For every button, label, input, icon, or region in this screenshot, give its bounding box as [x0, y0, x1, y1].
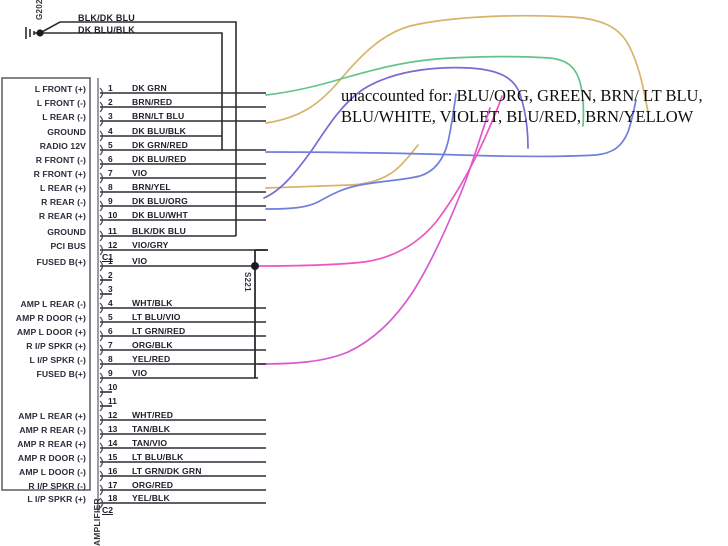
- wire-color-label: TAN/VIO: [132, 438, 168, 448]
- wire-color-label: DK BLU/BLK: [132, 126, 187, 136]
- wire-color-label: LT BLU/VIO: [132, 312, 181, 322]
- pin-number: 5: [108, 312, 113, 322]
- pin-function-label: R I/P SPKR (+): [26, 341, 86, 351]
- pin-number: 9: [108, 368, 113, 378]
- pin-function-label: R REAR (-): [41, 197, 86, 207]
- wire-color-label: ORG/RED: [132, 480, 174, 490]
- pin-number: 12: [108, 410, 118, 420]
- pin-number: 7: [108, 340, 113, 350]
- wire-color-label: VIO: [132, 256, 148, 266]
- pin-number: 6: [108, 326, 113, 336]
- pin-number: 11: [108, 226, 117, 236]
- pin-function-label: L FRONT (+): [34, 84, 86, 94]
- pin-number: 2: [108, 270, 113, 280]
- wire-color-label: BRN/LT BLU: [132, 111, 185, 121]
- pin-function-label: AMP R REAR (+): [17, 439, 86, 449]
- pin-function-label: AMP L REAR (+): [18, 411, 86, 421]
- pin-function-label: AMP R DOOR (-): [17, 453, 86, 463]
- pin-function-label: R REAR (+): [38, 211, 86, 221]
- pin-function-label: R I/P SPKR (-): [28, 481, 86, 491]
- pin-number: 10: [108, 210, 118, 220]
- wire-color-label: WHT/RED: [132, 410, 174, 420]
- pin-number: 18: [108, 493, 118, 503]
- pin-function-label: GROUND: [47, 127, 86, 137]
- amplifier-caption: AMPLIFIER: [92, 498, 102, 546]
- pin-function-label: FUSED B(+): [36, 257, 86, 267]
- pin-number: 10: [108, 382, 118, 392]
- wire-color-label: YEL/RED: [132, 354, 171, 364]
- wire-color-label: DK BLU/RED: [132, 154, 187, 164]
- pin-function-label: L REAR (-): [42, 112, 86, 122]
- pin-function-label: R FRONT (-): [35, 155, 86, 165]
- wire-color-label: WHT/BLK: [132, 298, 173, 308]
- pin-function-label: RADIO 12V: [39, 141, 86, 151]
- pin-function-label: PCI BUS: [50, 241, 86, 251]
- pin-function-label: FUSED B(+): [36, 369, 86, 379]
- pin-number: 1: [108, 256, 113, 266]
- pin-number: 3: [108, 284, 113, 294]
- pin-function-label: L I/P SPKR (+): [27, 494, 86, 504]
- pin-number: 11: [108, 396, 117, 406]
- pin-number: 1: [108, 83, 113, 93]
- pin-function-label: AMP L DOOR (+): [16, 327, 86, 337]
- pin-number: 7: [108, 168, 113, 178]
- pin-number: 12: [108, 240, 118, 250]
- wire-color-label: VIO: [132, 368, 148, 378]
- pin-number: 5: [108, 140, 113, 150]
- pin-function-label: AMP L REAR (-): [20, 299, 86, 309]
- connector-label-c2: C2: [102, 505, 113, 515]
- pin-function-label: AMP R DOOR (+): [15, 313, 86, 323]
- pin-number: 6: [108, 154, 113, 164]
- pin-number: 8: [108, 354, 113, 364]
- pin-number: 8: [108, 182, 113, 192]
- pin-function-label: AMP L DOOR (-): [19, 467, 86, 477]
- pin-number: 16: [108, 466, 118, 476]
- pin-number: 9: [108, 196, 113, 206]
- wire-color-label: BRN/RED: [132, 97, 173, 107]
- pin-function-label: L I/P SPKR (-): [29, 355, 86, 365]
- top-wire-label-1: BLK/DK BLU: [78, 13, 135, 23]
- pin-number: 4: [108, 126, 113, 136]
- top-wire-label-2: DK BLU/BLK: [78, 25, 135, 35]
- wire-color-label: ORG/BLK: [132, 340, 173, 350]
- unaccounted-annotation: unaccounted for: BLU/ORG, GREEN, BRN/ LT…: [341, 86, 703, 126]
- pin-function-label: L REAR (+): [40, 183, 86, 193]
- pin-hooks: [99, 87, 104, 509]
- wire-color-label: LT GRN/RED: [132, 326, 186, 336]
- ground-node-dot: [36, 29, 44, 37]
- pin-number: 15: [108, 452, 118, 462]
- splice-s221-dot: [251, 262, 259, 270]
- pin-number: 2: [108, 97, 113, 107]
- wire-color-label: VIO/GRY: [132, 240, 169, 250]
- wire-color-label: YEL/BLK: [132, 493, 170, 503]
- pin-function-label: GROUND: [47, 227, 86, 237]
- wire-color-label: LT GRN/DK GRN: [132, 466, 202, 476]
- pin-number: 13: [108, 424, 118, 434]
- pin-number: 17: [108, 480, 118, 490]
- wire-color-label: BLK/DK BLU: [132, 226, 187, 236]
- splice-designator-label: S221: [243, 272, 252, 292]
- ground-designator-label: G202: [35, 0, 44, 20]
- wire-color-label: DK GRN/RED: [132, 140, 188, 150]
- wire-color-label: DK GRN: [132, 83, 167, 93]
- pin-number: 14: [108, 438, 118, 448]
- pin-function-label: R FRONT (+): [33, 169, 86, 179]
- pin-function-label: L FRONT (-): [36, 98, 86, 108]
- wire-color-label: TAN/BLK: [132, 424, 171, 434]
- wire-color-label: BRN/YEL: [132, 182, 171, 192]
- wire-color-label: LT BLU/BLK: [132, 452, 184, 462]
- wiring-diagram-canvas: BLK/DK BLU DK BLU/BLK G202 S221 AMPLIFIE…: [0, 0, 728, 546]
- pin-number: 4: [108, 298, 113, 308]
- pin-number: 3: [108, 111, 113, 121]
- pin-function-label: AMP R REAR (-): [19, 425, 86, 435]
- wire-color-label: DK BLU/WHT: [132, 210, 188, 220]
- wire-color-label: DK BLU/ORG: [132, 196, 188, 206]
- wire-color-label: VIO: [132, 168, 148, 178]
